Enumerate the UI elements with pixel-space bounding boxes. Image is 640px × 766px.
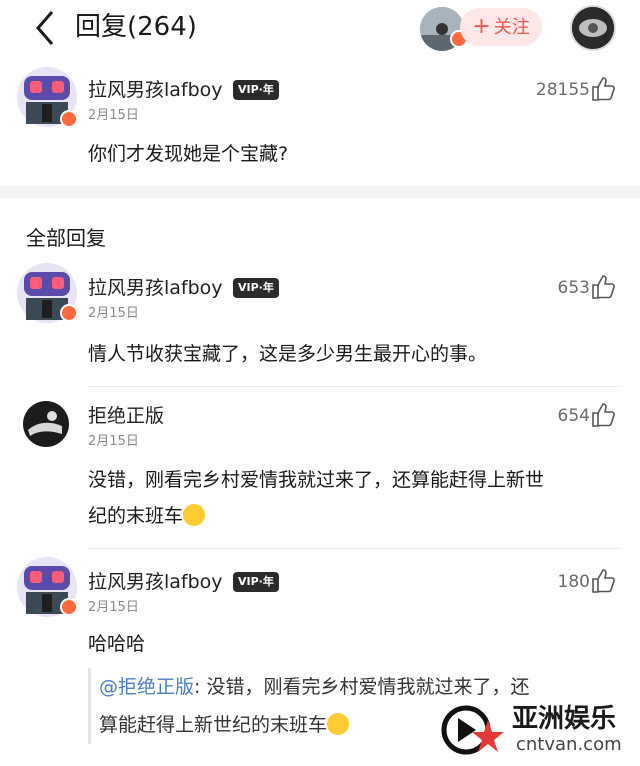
follow-button[interactable]: + 关注 bbox=[460, 8, 542, 46]
thumbs-up-icon[interactable] bbox=[590, 274, 616, 300]
watermark-name: 亚洲娱乐 bbox=[512, 704, 617, 734]
reply-text: 哈哈哈 bbox=[88, 633, 146, 655]
verified-badge-icon bbox=[60, 304, 78, 322]
reply-item: 拉风男孩lafboy VIP·年 2月15日 653 情人节收获宝藏了，这是多少… bbox=[0, 258, 640, 388]
section-separator bbox=[0, 186, 640, 198]
vip-badge: VIP·年 bbox=[233, 278, 279, 298]
reply-text: 情人节收获宝藏了，这是多少男生最开心的事。 bbox=[88, 343, 488, 365]
page-title: 回复(264) bbox=[75, 12, 197, 42]
vip-badge: VIP·年 bbox=[233, 572, 279, 592]
reply-text: 没错，刚看完乡村爱情我就过来了，还算能赶得上新世 纪的末班车 bbox=[88, 469, 545, 527]
like-count: 180 bbox=[557, 572, 590, 592]
reply-date: 2月15日 bbox=[88, 306, 139, 321]
divider bbox=[88, 548, 620, 549]
smirk-emoji-icon bbox=[183, 504, 206, 526]
all-replies-heading: 全部回复 bbox=[26, 226, 106, 250]
site-watermark: 亚洲娱乐 cntvan.com bbox=[430, 694, 630, 764]
root-comment: 拉风男孩lafboy VIP·年 2月15日 28155 你们才发现她是个宝藏? bbox=[0, 60, 640, 180]
reply-date: 2月15日 bbox=[88, 600, 139, 615]
like-count: 28155 bbox=[535, 80, 590, 100]
reply-username[interactable]: 拒绝正版 bbox=[88, 404, 164, 428]
user-avatar[interactable] bbox=[22, 400, 70, 448]
like-count: 654 bbox=[557, 406, 590, 426]
verified-badge-icon bbox=[60, 598, 78, 616]
thumbs-up-icon[interactable] bbox=[590, 402, 616, 428]
reply-username[interactable]: 拉风男孩lafboy bbox=[88, 570, 223, 594]
back-arrow-icon[interactable] bbox=[30, 8, 60, 48]
mention-link[interactable]: @拒绝正版 bbox=[99, 676, 194, 698]
comment-date: 2月15日 bbox=[88, 108, 139, 123]
watermark-domain: cntvan.com bbox=[516, 734, 622, 755]
vip-badge: VIP·年 bbox=[233, 80, 279, 100]
user-avatar[interactable] bbox=[570, 5, 616, 51]
comment-text: 你们才发现她是个宝藏? bbox=[88, 143, 289, 165]
reply-username[interactable]: 拉风男孩lafboy bbox=[88, 276, 223, 300]
smirk-emoji-icon bbox=[327, 713, 350, 735]
verified-badge-icon bbox=[60, 110, 78, 128]
thumbs-up-icon[interactable] bbox=[590, 568, 616, 594]
thumbs-up-icon[interactable] bbox=[590, 76, 616, 102]
reply-date: 2月15日 bbox=[88, 434, 139, 449]
top-bar: 回复(264) + 关注 bbox=[0, 0, 640, 56]
comment-username[interactable]: 拉风男孩lafboy bbox=[88, 78, 223, 102]
divider bbox=[88, 386, 620, 387]
reply-item: 拒绝正版 2月15日 654 没错，刚看完乡村爱情我就过来了，还算能赶得上新世 … bbox=[0, 388, 640, 550]
like-count: 653 bbox=[557, 278, 590, 298]
play-star-logo-icon bbox=[441, 705, 504, 755]
